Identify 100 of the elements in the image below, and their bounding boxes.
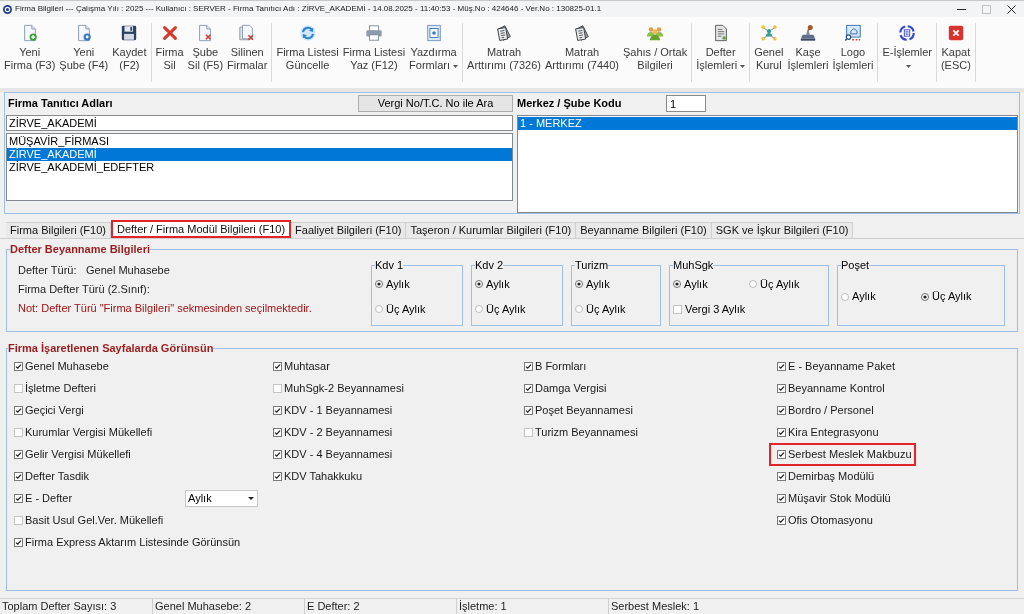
field-label: Firma Tanıtıcı Adları: [7, 96, 113, 112]
checkbox-label: Demirbaş Modülü: [788, 468, 875, 484]
list-item[interactable]: ZİRVE_AKADEMİ: [7, 148, 512, 161]
toolbar-button[interactable]: Yazdırma Formları: [407, 17, 461, 88]
field-label: Firma Defter Türü (2.Sınıf):: [18, 283, 151, 296]
toolbar-button[interactable]: Yeni Şube (F4): [57, 17, 111, 88]
delete-icon: [160, 24, 179, 42]
toolbar-button[interactable]: Defter İşlemleri: [694, 17, 748, 88]
checkbox[interactable]: [14, 449, 23, 459]
radio-button[interactable]: [575, 305, 583, 313]
checkbox[interactable]: [777, 427, 786, 437]
toolbar-button[interactable]: Genel Kurul: [752, 17, 786, 88]
checkbox[interactable]: [14, 515, 23, 525]
toolbar-button[interactable]: Matrah Arttırımı (7440): [543, 17, 621, 88]
group-title: Firma İşaretlenen Sayfalarda Görünsün: [8, 342, 214, 355]
list-item[interactable]: MÜŞAVİR_FİRMASI: [7, 135, 512, 148]
radio-label: Üç Aylık: [386, 301, 426, 317]
toolbar-button[interactable]: Firma Listesi Yaz (F12): [340, 17, 408, 88]
radio-button[interactable]: [475, 305, 483, 313]
toolbar-button[interactable]: Logo İşlemleri: [830, 17, 876, 88]
radio-button[interactable]: [841, 292, 849, 301]
field-value: Genel Muhasebe: [86, 264, 170, 277]
radio-button[interactable]: [475, 280, 483, 288]
tab[interactable]: Faaliyet Bilgileri (F10): [291, 222, 407, 238]
checkbox-label: Firma Express Aktarım Listesinde Görünsün: [25, 534, 241, 550]
checkbox-label: Muhtasar: [284, 358, 330, 374]
checkbox[interactable]: [777, 449, 786, 459]
checkbox[interactable]: [14, 361, 23, 371]
list-item[interactable]: 1 - MERKEZ: [518, 117, 1017, 130]
checkbox[interactable]: [777, 405, 786, 415]
toolbar-button[interactable]: Kaydet (F2): [110, 17, 149, 88]
checkbox-label: Serbest Meslek Makbuzu: [788, 446, 912, 462]
radio-label: Aylık: [684, 276, 708, 292]
window-title: Firma Bilgileri --- Çalışma Yılı : 2025 --- Kullanıcı : SERVER - Firma Tanıtıcı Adı : ZİRVE_AKADEMİ - 14.08.2025 - 11:40:53 - Müş.No : 424646 - Ver.No : 130825-01.1: [15, 4, 602, 14]
checkbox[interactable]: [273, 471, 282, 481]
option-group-title: Kdv 2: [475, 259, 504, 272]
app-icon: [3, 4, 12, 14]
filter-field[interactable]: ZİRVE_AKADEMİ: [6, 115, 513, 131]
radio-button[interactable]: [673, 280, 681, 288]
people-network-icon: [759, 24, 778, 42]
toolbar-button[interactable]: Şahıs / Ortak Bilgileri: [621, 17, 690, 88]
toolbar-button[interactable]: Matrah Arttırımı (7326): [465, 17, 543, 88]
checkbox[interactable]: [777, 361, 786, 371]
toolbar-button[interactable]: Kapat (ESC): [938, 17, 973, 88]
option-group-title: MuhSgk: [673, 259, 714, 272]
toolbar-button[interactable]: Firma Listesi Güncelle: [274, 17, 341, 88]
toolbar-button[interactable]: Şube Sil (F5): [185, 17, 226, 88]
checkbox[interactable]: [777, 471, 786, 481]
checkbox[interactable]: [273, 383, 282, 393]
checkbox[interactable]: [273, 361, 282, 371]
list-item[interactable]: ZİRVE_AKADEMİ_EDEFTER: [7, 161, 512, 174]
checkbox[interactable]: [14, 493, 23, 503]
close-icon: [946, 24, 965, 42]
checkbox-label: İşletme Defteri: [25, 380, 96, 396]
radio-button[interactable]: [749, 280, 757, 288]
radio-label: Üç Aylık: [760, 276, 800, 292]
printer-icon: [364, 24, 383, 42]
checkbox[interactable]: [14, 427, 23, 437]
document-preview-icon: [424, 24, 443, 42]
radio-button[interactable]: [921, 292, 929, 301]
tab[interactable]: Defter / Firma Modül Bilgileri (F10): [110, 220, 292, 238]
checkbox[interactable]: [673, 304, 682, 314]
toolbar-button[interactable]: Firma Sil: [153, 17, 186, 88]
checkbox[interactable]: [777, 515, 786, 525]
checkbox[interactable]: [524, 383, 533, 393]
caret-icon: [740, 64, 746, 68]
group-title: Defter Beyanname Bilgileri: [10, 243, 150, 256]
close-icon[interactable]: [1007, 4, 1016, 14]
radio-button[interactable]: [575, 280, 583, 288]
toolbar-button[interactable]: Kaşe İşlemleri: [785, 17, 831, 88]
tab[interactable]: Taşeron / Kurumlar Bilgileri (F10): [406, 222, 577, 238]
checkbox[interactable]: [14, 383, 23, 393]
tab[interactable]: Beyanname Bilgileri (F10): [576, 222, 712, 238]
checkbox[interactable]: [777, 383, 786, 393]
radio-button[interactable]: [375, 280, 383, 288]
checkbox[interactable]: [14, 537, 23, 547]
checkbox[interactable]: [524, 405, 533, 415]
checkbox-label: Geçici Vergi: [25, 402, 84, 418]
checkbox[interactable]: [273, 427, 282, 437]
branch-code-field[interactable]: 1: [666, 95, 706, 112]
dropdown[interactable]: Aylık: [185, 489, 258, 507]
caret-icon: [248, 496, 254, 500]
toolbar-button[interactable]: Silinen Firmalar: [225, 17, 270, 88]
checkbox[interactable]: [273, 449, 282, 459]
status-text: Genel Muhasebe: 2: [155, 600, 251, 613]
tab[interactable]: SGK ve İşkur Bilgileri (F10): [711, 222, 854, 238]
radio-button[interactable]: [375, 305, 383, 313]
toolbar-button[interactable]: E-İşlemler: [880, 17, 934, 88]
radio-label: Aylık: [486, 276, 510, 292]
checkbox[interactable]: [777, 493, 786, 503]
checkbox[interactable]: [524, 361, 533, 371]
toolbar-button[interactable]: Yeni Firma (F3): [2, 17, 58, 88]
checkbox[interactable]: [524, 427, 533, 437]
checkbox[interactable]: [14, 405, 23, 415]
search-button[interactable]: Vergi No/T.C. No ile Ara: [358, 95, 513, 112]
tab[interactable]: Firma Bilgileri (F10): [6, 222, 111, 238]
checkbox[interactable]: [14, 471, 23, 481]
checkbox-label: KDV - 2 Beyannamesi: [284, 424, 393, 440]
option-group-title: Poşet: [841, 259, 870, 272]
checkbox[interactable]: [273, 405, 282, 415]
